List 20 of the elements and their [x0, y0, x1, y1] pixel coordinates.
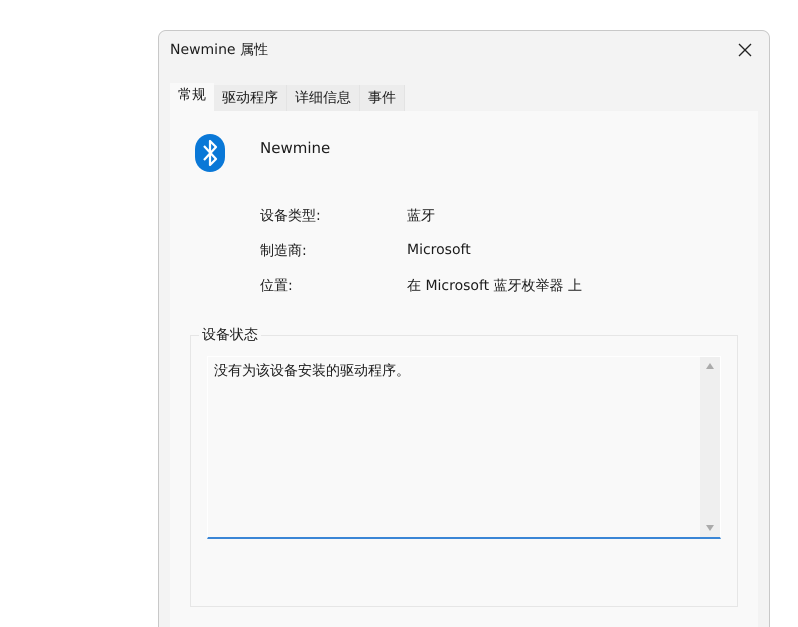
scrollbar[interactable]: [700, 357, 720, 537]
tab[interactable]: 驱动程序: [214, 85, 287, 111]
property-value: 在 Microsoft 蓝牙枚举器 上: [407, 277, 584, 295]
scroll-up-icon: [706, 363, 714, 369]
tab[interactable]: 常规: [170, 83, 214, 111]
device-name: Newmine: [260, 139, 330, 157]
scroll-down-icon: [706, 525, 714, 531]
property-label: 设备类型:: [260, 207, 322, 225]
status-text: 没有为该设备安装的驱动程序。: [213, 362, 411, 381]
property-label: 位置:: [260, 277, 294, 295]
tab[interactable]: 事件: [360, 85, 405, 111]
tab[interactable]: 详细信息: [287, 85, 360, 111]
close-icon: [738, 43, 752, 57]
property-value: 蓝牙: [407, 207, 436, 225]
bluetooth-icon: [194, 133, 226, 173]
property-value: Microsoft: [407, 242, 472, 260]
group-title: 设备状态: [199, 326, 261, 344]
status-text-box[interactable]: 没有为该设备安装的驱动程序。: [207, 356, 721, 539]
property-label: 制造商:: [260, 242, 308, 260]
window-title: Newmine 属性: [170, 41, 268, 59]
